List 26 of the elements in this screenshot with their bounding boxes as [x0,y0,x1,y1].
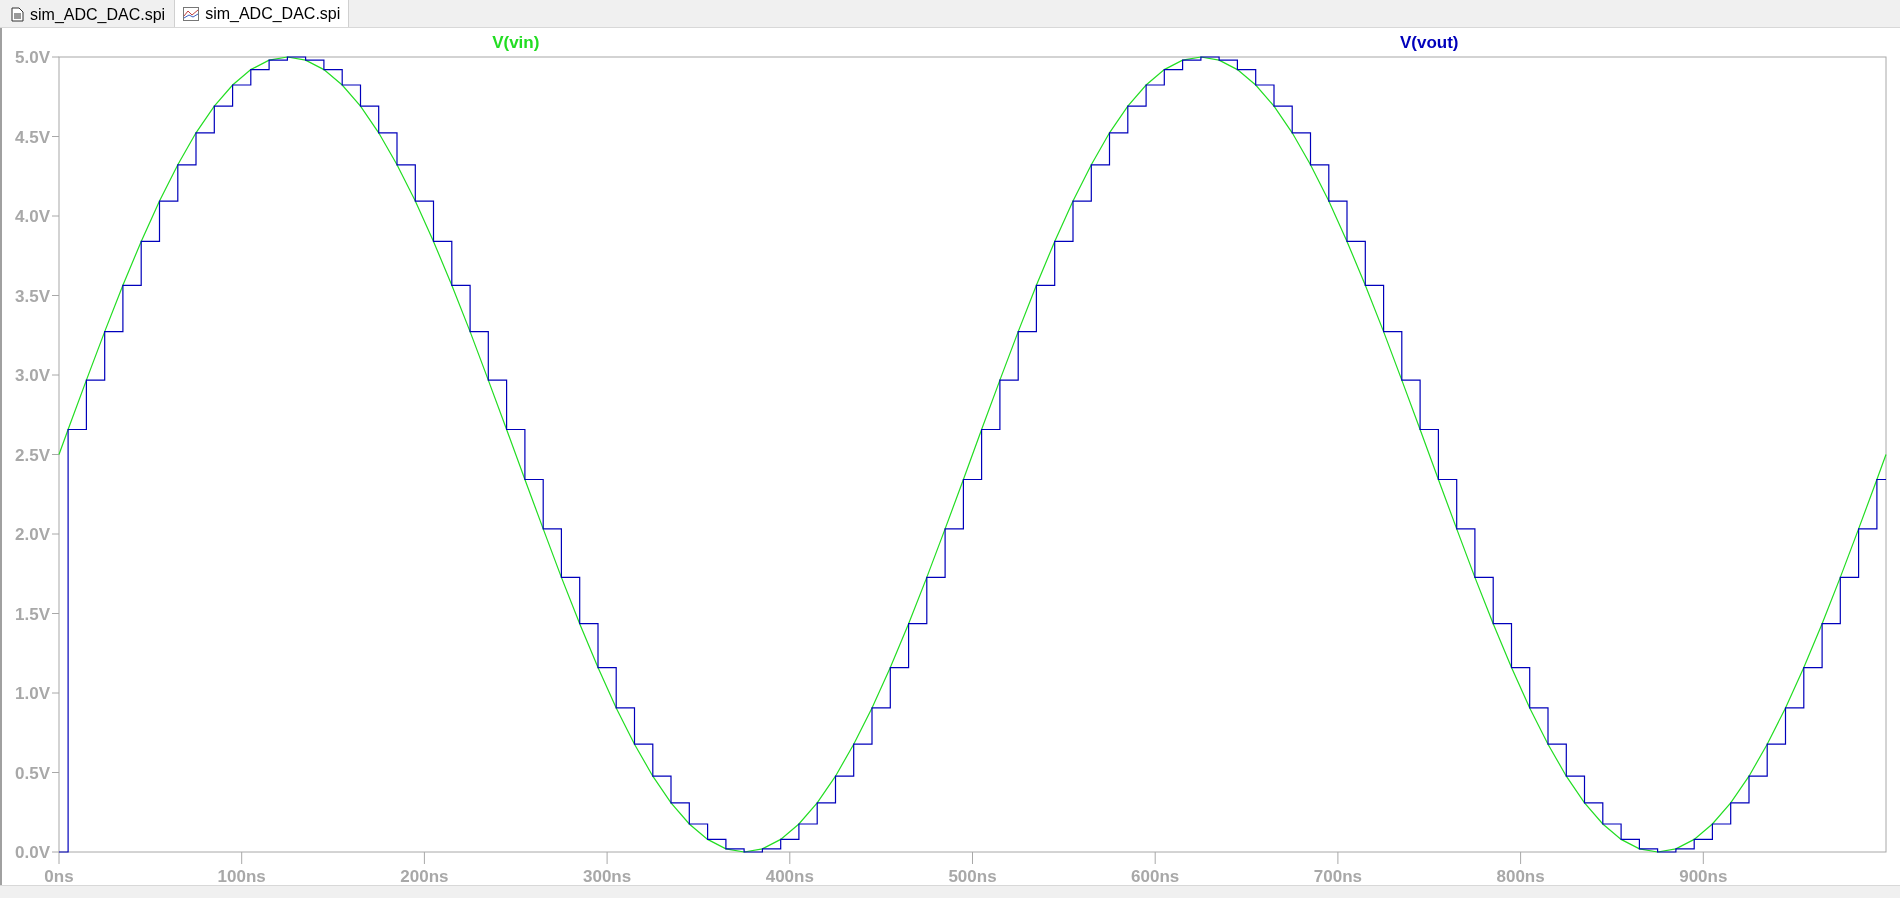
x-tick-label: 300ns [583,867,632,885]
x-tick-label: 400ns [765,867,814,885]
y-tick-label: 3.5V [15,286,50,306]
trace-label: V(vin) [492,33,540,52]
y-tick-label: 1.0V [15,684,50,703]
y-tick-label: 0.5V [15,763,50,783]
x-tick-label: 800ns [1496,867,1545,885]
y-tick-label: 3.0V [15,366,50,385]
y-tick-label: 5.0V [15,48,50,67]
x-tick-label: 100ns [217,867,266,885]
y-tick-label: 2.0V [15,525,50,544]
x-tick-label: 500ns [948,867,997,885]
document-icon [11,7,24,22]
x-tick-label: 900ns [1679,867,1728,885]
y-tick-label: 4.5V [15,127,50,147]
y-tick-label: 4.0V [15,207,50,226]
y-tick-label: 1.5V [15,604,50,624]
x-tick-label: 200ns [400,867,449,885]
trace-label: V(vout) [1400,33,1459,52]
x-tick-label: 0ns [44,867,74,885]
waveform-icon [183,6,200,21]
x-tick-label: 600ns [1131,867,1180,885]
x-tick-label: 700ns [1313,867,1362,885]
y-tick-label: 2.5V [15,445,50,465]
y-tick-label: 0.0V [15,843,50,862]
file-tab[interactable]: sim_ADC_DAC.spi [174,0,350,27]
